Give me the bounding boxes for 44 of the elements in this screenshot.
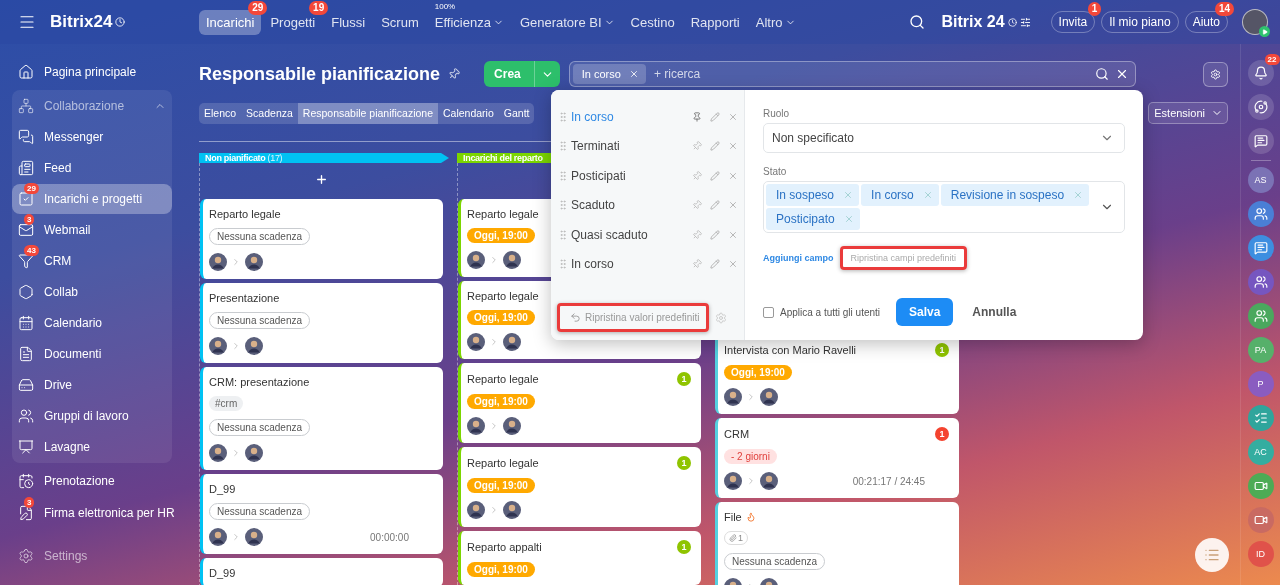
deadline-badge: Oggi, 19:00 [467,228,535,243]
card-title: Reparto appalti [467,541,542,553]
counter-badge: 1 [677,372,691,386]
deadline-badge: Oggi, 19:00 [724,365,792,380]
count-badge: 29 [24,183,39,194]
count-badge: 14 [1214,2,1234,16]
card-title: Reparto legale [467,208,539,220]
percent-label: 100% [434,1,456,11]
timer-text: 00:21:17 / 24:45 [852,475,925,487]
deadline-badge: Oggi, 19:00 [467,394,535,409]
deadline-badge: Oggi, 19:00 [467,310,535,325]
count-badge: 1 [1087,2,1102,16]
counter-badge: 1 [935,427,949,441]
tag: #crm [209,396,244,411]
card-title: D_99 [209,567,236,579]
card-title: Presentazione [209,292,280,304]
deadline-badge: Oggi, 19:00 [467,562,535,577]
card-title: File [724,511,742,523]
page-title: Responsabile pianificazione [199,63,441,85]
card-title: Intervista con Mario Ravelli [724,344,857,356]
card-title: Reparto legale [467,457,539,469]
field-label: Stato [763,166,787,177]
count-badge: 19 [309,0,329,15]
logo: Bitrix 24 [941,13,1031,31]
counter-badge: 1 [935,343,949,357]
counter-badge: 1 [677,456,691,470]
count-badge: 3 [24,497,35,508]
column-header: Non pianificato (17) [199,153,449,163]
field-label: Ruolo [763,108,790,119]
card-title: Reparto legale [467,373,539,385]
card-title: Reparto legale [467,290,539,302]
logo: Bitrix24 [50,12,126,32]
timer-text: 00:00:00 [370,531,409,543]
counter-badge: 1 [677,540,691,554]
card-title: CRM [724,428,750,440]
count-badge: 3 [24,214,35,225]
deadline-badge: - 2 giorni [724,449,777,464]
count-badge: 29 [248,0,268,15]
deadline-badge: Oggi, 19:00 [467,478,535,493]
card-title: D_99 [209,483,236,495]
card-title: CRM: presentazione [209,376,310,388]
card-title: Reparto legale [209,208,281,220]
count-badge: 43 [24,245,39,256]
count-badge: 22 [1264,54,1280,65]
